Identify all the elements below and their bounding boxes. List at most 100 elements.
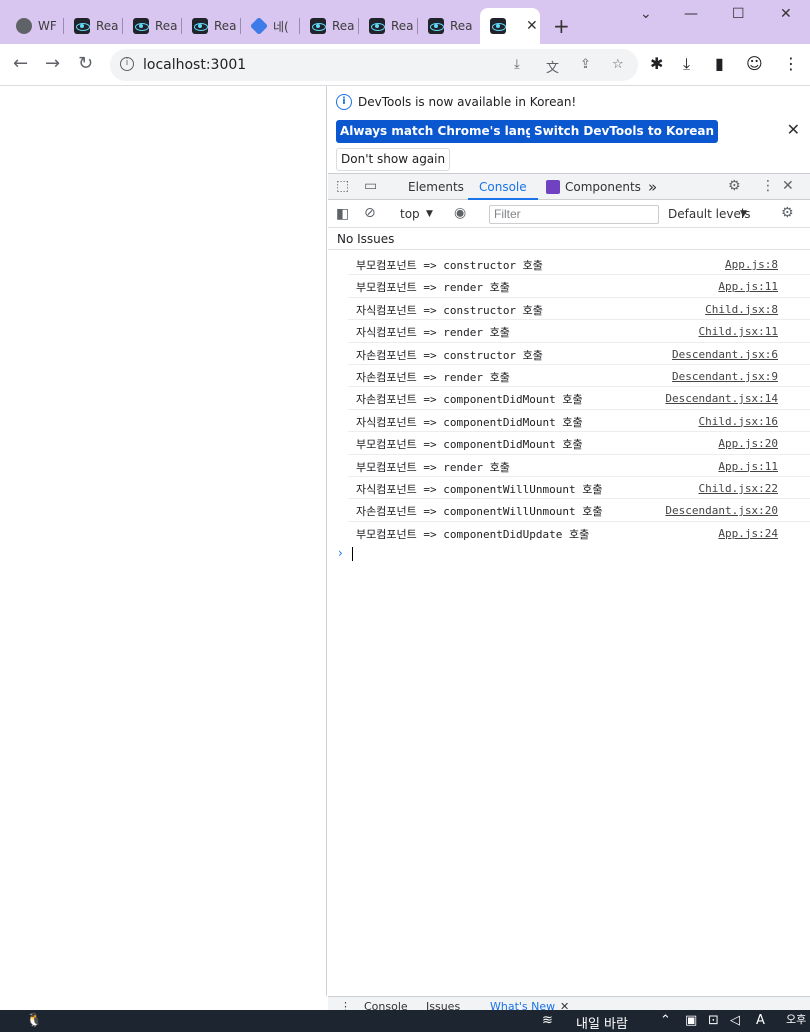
- inspect-element-icon[interactable]: ⬚: [336, 178, 349, 194]
- drawer-menu-icon[interactable]: ⋮: [340, 1000, 351, 1010]
- log-source-link[interactable]: Descendant.jsx:14: [665, 392, 778, 405]
- context-selector[interactable]: top: [400, 207, 420, 221]
- chevron-up-icon[interactable]: ⌃: [660, 1013, 671, 1028]
- more-tabs-icon[interactable]: »: [648, 174, 657, 200]
- close-icon[interactable]: ✕: [787, 120, 800, 139]
- log-source-link[interactable]: Child.jsx:11: [699, 325, 778, 338]
- console-input[interactable]: [352, 547, 353, 561]
- dont-show-again-button[interactable]: Don't show again: [336, 148, 451, 171]
- tab-components[interactable]: Components: [565, 174, 641, 200]
- browser-tab-1[interactable]: Rea: [64, 8, 123, 44]
- log-message: 자손컴포넌트 => componentDidMount 호출: [356, 393, 583, 407]
- close-tab-icon[interactable]: ✕: [526, 18, 538, 34]
- share-icon[interactable]: ⇪: [580, 57, 591, 72]
- camera-icon[interactable]: ▣: [685, 1013, 697, 1028]
- cube-icon: [249, 16, 269, 36]
- profile-avatar[interactable]: ☺: [746, 54, 763, 73]
- console-prompt-icon: ›: [338, 546, 343, 560]
- drawer-tab-console[interactable]: Console: [364, 1000, 408, 1010]
- log-source-link[interactable]: Child.jsx:22: [699, 482, 778, 495]
- penguin-icon[interactable]: 🐧: [26, 1013, 42, 1028]
- log-row: 자식컴포넌트 => constructor 호출 Child.jsx:8: [348, 298, 810, 321]
- react-components-icon: [546, 180, 560, 194]
- close-icon[interactable]: ✕: [560, 1000, 569, 1010]
- browser-tab-4[interactable]: 네(: [241, 8, 300, 44]
- network-icon[interactable]: ⊡: [708, 1013, 719, 1028]
- browser-tab-0[interactable]: WF: [6, 8, 64, 44]
- bookmark-star-icon[interactable]: ☆: [612, 57, 624, 72]
- switch-to-korean-button[interactable]: Switch DevTools to Korean: [530, 120, 719, 143]
- log-message: 부모컴포넌트 => constructor 호출: [356, 259, 543, 272]
- drawer-tab-whats-new[interactable]: What's New: [490, 1000, 555, 1010]
- os-taskbar: 🐧 ≋ 내일 바람 ⌃ ▣ ⊡ ◁ A 오후: [0, 1010, 810, 1032]
- log-source-link[interactable]: App.js:8: [725, 258, 778, 271]
- issues-status[interactable]: No Issues: [328, 228, 810, 250]
- new-tab-button[interactable]: +: [553, 14, 570, 38]
- log-row: 부모컴포넌트 => render 호출 App.js:11: [348, 275, 810, 298]
- log-source-link[interactable]: App.js:24: [718, 527, 778, 540]
- log-levels-dropdown[interactable]: Default levels: [668, 207, 750, 221]
- browser-tab-2[interactable]: Rea: [123, 8, 182, 44]
- filter-input[interactable]: Filter: [489, 205, 659, 224]
- back-icon[interactable]: ←: [13, 53, 28, 74]
- menu-kebab-icon[interactable]: ⋮: [783, 54, 799, 73]
- install-icon[interactable]: ⤓: [514, 57, 520, 72]
- log-source-link[interactable]: App.js:20: [718, 437, 778, 450]
- clock-text[interactable]: 오후: [786, 1011, 806, 1027]
- sidebar-toggle-icon[interactable]: ◧: [336, 206, 349, 222]
- gear-icon[interactable]: ⚙: [728, 178, 741, 194]
- log-source-link[interactable]: App.js:11: [718, 280, 778, 293]
- log-row: 자손컴포넌트 => componentDidMount 호출 Descendant…: [348, 387, 810, 410]
- ime-indicator[interactable]: A: [756, 1013, 765, 1028]
- close-devtools-icon[interactable]: ✕: [782, 178, 794, 194]
- tab-search-icon[interactable]: ⌄: [640, 6, 652, 22]
- weather-text[interactable]: 내일 바람: [576, 1013, 628, 1032]
- download-icon[interactable]: ⤓: [683, 54, 690, 74]
- log-source-link[interactable]: Child.jsx:8: [705, 303, 778, 316]
- log-row: 부모컴포넌트 => componentDidMount 호출 App.js:20: [348, 432, 810, 455]
- tab-label: Rea: [155, 19, 178, 33]
- drawer-tab-issues[interactable]: Issues: [426, 1000, 460, 1010]
- log-row: 자식컴포넌트 => componentDidMount 호출 Child.jsx:…: [348, 410, 810, 433]
- tab-elements[interactable]: Elements: [408, 174, 464, 200]
- react-icon: [369, 18, 385, 34]
- minimize-button[interactable]: —: [684, 6, 698, 22]
- tab-console[interactable]: Console: [468, 174, 538, 200]
- language-infobar: i DevTools is now available in Korean! A…: [328, 86, 810, 174]
- console-settings-icon[interactable]: ⚙: [781, 205, 794, 221]
- log-source-link[interactable]: Descendant.jsx:20: [665, 504, 778, 517]
- extensions-icon[interactable]: ✱: [650, 54, 663, 73]
- log-row: 부모컴포넌트 => constructor 호출 App.js:8: [348, 253, 810, 276]
- devtools-menu-icon[interactable]: ⋮: [761, 178, 775, 194]
- browser-tab-3[interactable]: Rea: [182, 8, 241, 44]
- log-row: 자손컴포넌트 => componentWillUnmount 호출 Descend…: [348, 499, 810, 522]
- maximize-button[interactable]: ☐: [732, 6, 745, 22]
- info-icon: i: [336, 94, 352, 110]
- log-row: 자손컴포넌트 => constructor 호출 Descendant.jsx:6: [348, 343, 810, 365]
- log-row: 자손컴포넌트 => render 호출 Descendant.jsx:9: [348, 365, 810, 388]
- log-message: 자손컴포넌트 => render 호출: [356, 370, 510, 384]
- volume-icon[interactable]: ◁: [730, 1013, 740, 1028]
- log-source-link[interactable]: Descendant.jsx:9: [672, 370, 778, 383]
- device-toolbar-icon[interactable]: ▭: [364, 178, 377, 194]
- clear-console-icon[interactable]: ⊘: [364, 205, 376, 221]
- log-source-link[interactable]: Child.jsx:16: [699, 415, 778, 428]
- translate-icon[interactable]: 文: [546, 57, 559, 76]
- console-log: 부모컴포넌트 => constructor 호출 App.js:8 부모컴포넌트 …: [328, 253, 810, 544]
- browser-tab-active[interactable]: ✕: [480, 8, 540, 44]
- browser-tab-6[interactable]: Rea: [359, 8, 418, 44]
- log-source-link[interactable]: Descendant.jsx:6: [672, 348, 778, 361]
- log-message: 자식컴포넌트 => constructor 호출: [356, 303, 543, 317]
- browser-tab-5[interactable]: Rea: [300, 8, 359, 44]
- reload-icon[interactable]: ↻: [78, 53, 93, 74]
- log-message: 자손컴포넌트 => constructor 호출: [356, 348, 543, 362]
- site-info-icon[interactable]: i: [120, 57, 134, 71]
- eye-icon[interactable]: ◉: [454, 205, 466, 221]
- browser-tab-7[interactable]: Rea: [418, 8, 477, 44]
- tab-label: 네(: [273, 19, 289, 34]
- close-window-button[interactable]: ✕: [780, 6, 792, 22]
- forward-icon[interactable]: →: [45, 53, 60, 74]
- side-panel-icon[interactable]: ▮: [715, 54, 724, 73]
- log-source-link[interactable]: App.js:11: [718, 460, 778, 473]
- address-bar[interactable]: i localhost:3001 ⤓ 文 ⇪ ☆: [110, 49, 638, 81]
